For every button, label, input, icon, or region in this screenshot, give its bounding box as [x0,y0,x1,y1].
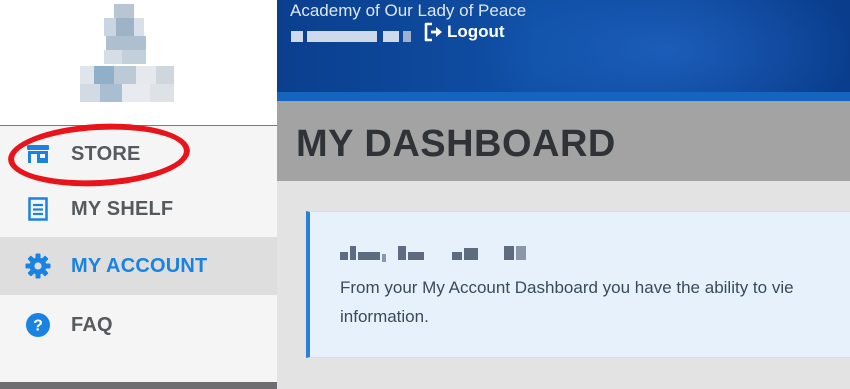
customer-name-redacted [340,246,530,262]
sidebar-item-my-shelf[interactable]: MY SHELF [0,181,277,237]
school-name: Academy of Our Lady of Peace [290,1,527,20]
help-icon: ? [24,311,52,339]
sidebar-footer [0,382,277,389]
page-title-bar: MY DASHBOARD [277,101,850,181]
store-icon [24,140,52,168]
dashboard-info-card: From your My Account Dashboard you have … [306,211,850,358]
dashboard-description-line-2: information. [340,307,429,326]
sidebar-item-faq[interactable]: ? FAQ [0,297,277,353]
sidebar-item-label: MY ACCOUNT [71,254,208,277]
page-title: MY DASHBOARD [296,123,616,165]
sidebar: STORE MY SHELF MY ACCOUNT ? FAQ [0,0,277,389]
shelf-icon [24,195,52,223]
sidebar-item-label: MY SHELF [71,197,174,220]
user-name-redacted [291,31,411,42]
logout-label: Logout [447,22,505,41]
sidebar-item-store[interactable]: STORE [0,126,277,182]
dashboard-description-line-1: From your My Account Dashboard you have … [340,278,794,297]
site-header: Academy of Our Lady of Peace Logout [277,0,850,92]
header-accent-strip [277,92,850,101]
sidebar-item-label: FAQ [71,313,113,336]
logout-link[interactable]: Logout [423,22,505,42]
dashboard-description: From your My Account Dashboard you have … [340,273,850,331]
main-content: From your My Account Dashboard you have … [277,181,850,389]
avatar-area [0,0,277,126]
avatar[interactable] [80,4,176,104]
sidebar-item-my-account[interactable]: MY ACCOUNT [0,237,277,295]
sidebar-item-label: STORE [71,142,141,165]
gear-icon [24,252,52,280]
svg-text:?: ? [33,318,43,335]
logout-icon [423,22,445,42]
